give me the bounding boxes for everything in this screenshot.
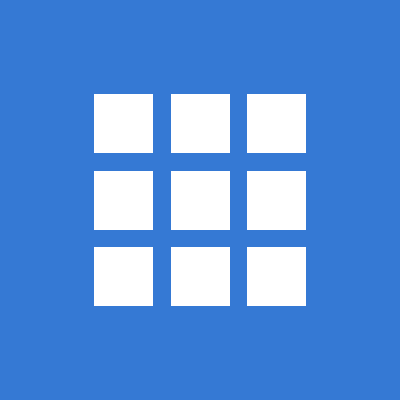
grid-tile xyxy=(94,170,153,230)
grid-tile xyxy=(94,94,153,153)
grid-tile xyxy=(170,94,230,153)
grid-tile xyxy=(247,247,306,306)
app-launcher-icon[interactable] xyxy=(0,0,400,400)
grid-tile xyxy=(247,94,306,153)
apps-grid-icon xyxy=(94,94,306,306)
grid-tile xyxy=(94,247,153,306)
grid-tile xyxy=(247,170,306,230)
grid-tile xyxy=(170,170,230,230)
grid-tile xyxy=(170,247,230,306)
